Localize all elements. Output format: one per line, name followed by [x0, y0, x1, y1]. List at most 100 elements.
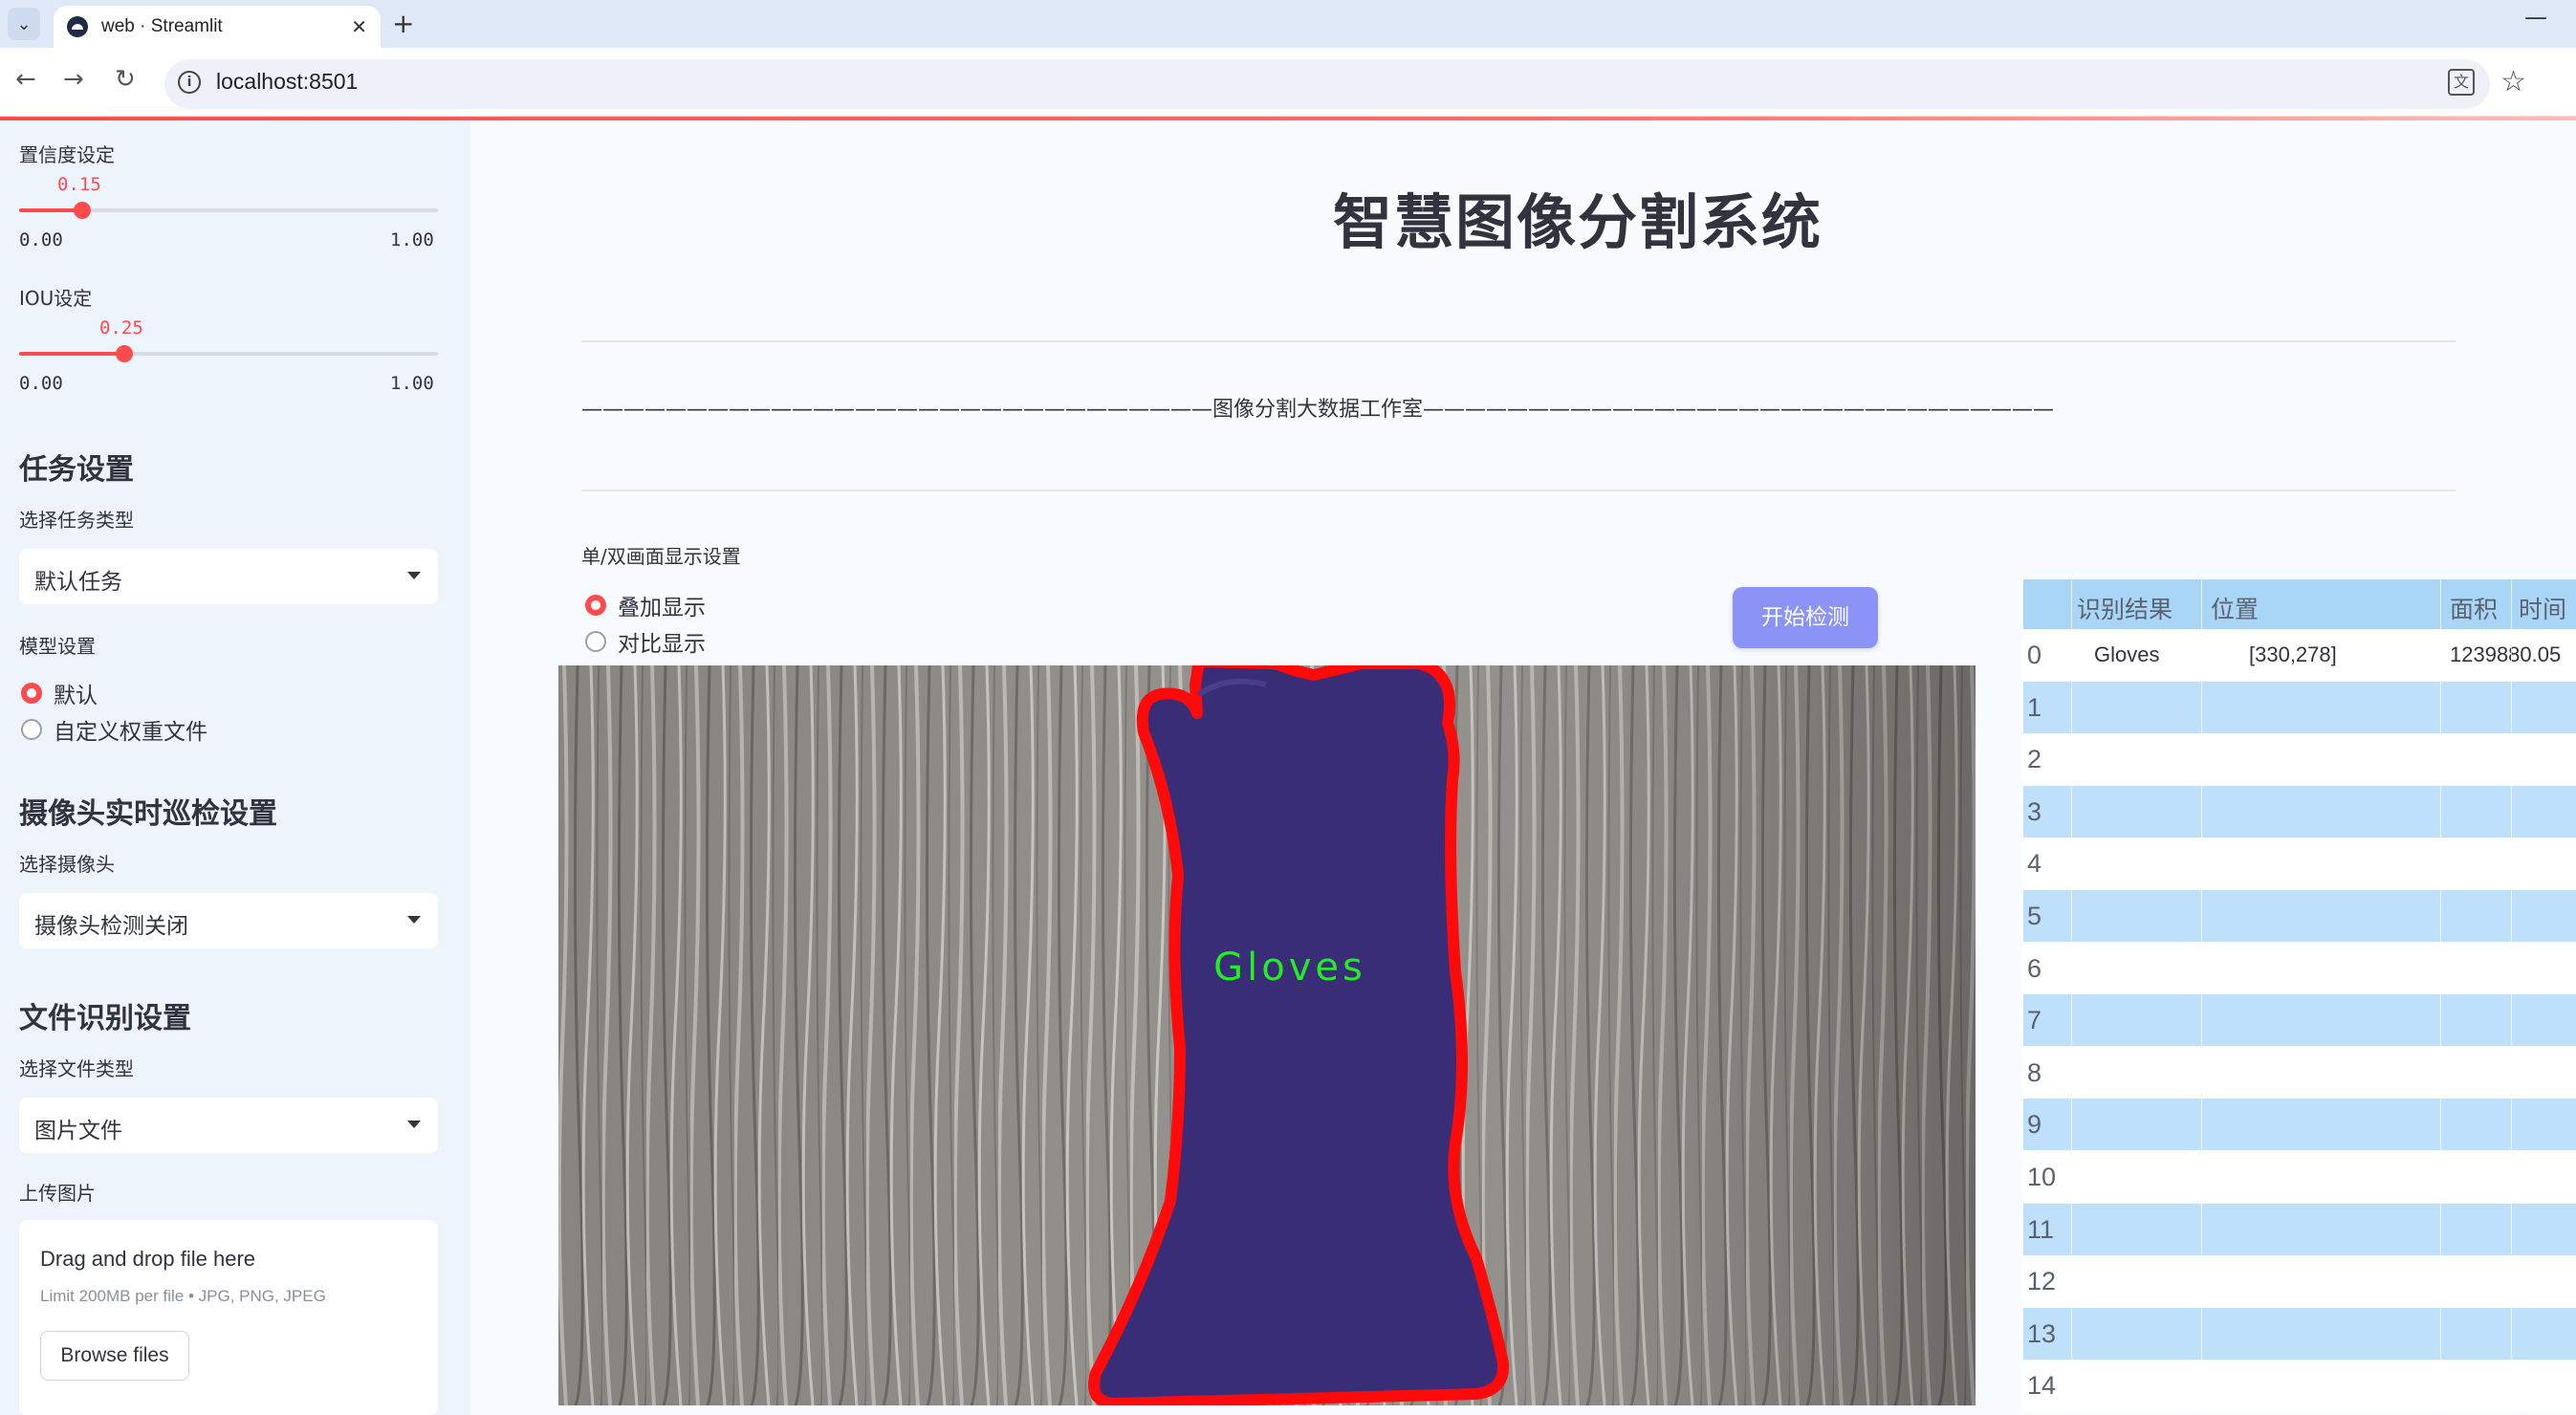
dropzone-limits: Limit 200MB per file • JPG, PNG, JPEG	[40, 1287, 326, 1305]
row-index: 14	[2027, 1371, 2057, 1401]
table-row[interactable]: 5	[2023, 890, 2576, 942]
streamlit-favicon-icon	[67, 16, 88, 37]
browser-tab[interactable]: web · Streamlit ✕	[54, 6, 381, 48]
file-type-select[interactable]: 图片文件	[19, 1098, 438, 1153]
table-row[interactable]: 4	[2023, 838, 2576, 890]
task-type-value: 默认任务	[34, 570, 122, 595]
confidence-min: 0.00	[19, 229, 63, 250]
camera-select-value: 摄像头检测关闭	[34, 914, 188, 939]
radio-unselected-icon	[585, 631, 606, 652]
minimize-window-icon[interactable]: —	[2524, 4, 2547, 31]
iou-slider[interactable]	[19, 345, 438, 362]
row-index: 9	[2027, 1110, 2042, 1140]
display-radio-compare[interactable]: 对比显示	[585, 625, 706, 658]
file-settings-heading: 文件识别设置	[19, 1002, 191, 1035]
address-bar[interactable]	[164, 59, 2490, 109]
table-row[interactable]: 12	[2023, 1255, 2576, 1308]
model-radio-default[interactable]: 默认	[21, 677, 98, 709]
table-row[interactable]: 6	[2023, 942, 2576, 994]
table-row[interactable]: 10	[2023, 1151, 2576, 1203]
display-radio-overlay[interactable]: 叠加显示	[585, 589, 706, 621]
column-header-time[interactable]: 时间	[2519, 591, 2566, 625]
browse-files-button[interactable]: Browse files	[40, 1331, 189, 1381]
radio-selected-icon	[21, 683, 42, 704]
tab-title: web · Streamlit	[101, 16, 223, 36]
model-radio-custom[interactable]: 自定义权重文件	[21, 713, 207, 746]
row-index: 1	[2027, 692, 2042, 722]
model-settings-label: 模型设置	[19, 635, 96, 658]
file-type-label: 选择文件类型	[19, 1057, 134, 1080]
translate-icon[interactable]: 文	[2448, 69, 2475, 96]
bookmark-star-icon[interactable]: ☆	[2500, 65, 2526, 98]
segmentation-canvas: Gloves	[558, 665, 1976, 1405]
close-tab-icon[interactable]: ✕	[351, 15, 367, 38]
iou-min: 0.00	[19, 373, 63, 394]
column-divider	[2071, 579, 2072, 1415]
confidence-slider[interactable]	[19, 202, 438, 219]
table-row[interactable]: 14	[2023, 1360, 2576, 1412]
display-option-compare: 对比显示	[618, 632, 706, 657]
iou-max: 1.00	[390, 373, 434, 394]
forward-arrow-icon[interactable]: →	[63, 65, 84, 94]
row-index: 3	[2027, 796, 2042, 826]
url-text[interactable]: localhost:8501	[216, 69, 358, 95]
table-header: 识别结果 位置 面积 时间	[2023, 579, 2576, 629]
row-index: 12	[2027, 1267, 2057, 1296]
column-header-result[interactable]: 识别结果	[2077, 591, 2172, 625]
reload-icon[interactable]: ↻	[115, 65, 136, 94]
task-type-select[interactable]: 默认任务	[19, 549, 438, 604]
start-detection-button[interactable]: 开始检测	[1733, 587, 1878, 648]
tab-search-dropdown-icon[interactable]: ⌄	[8, 8, 40, 40]
confidence-slider-thumb[interactable]	[73, 202, 91, 219]
dropzone-title: Drag and drop file here	[40, 1247, 256, 1271]
model-option-custom: 自定义权重文件	[54, 720, 207, 745]
back-arrow-icon[interactable]: ←	[15, 65, 36, 94]
row-index: 7	[2027, 1006, 2042, 1035]
file-dropzone[interactable]: Drag and drop file here Limit 200MB per …	[19, 1220, 438, 1415]
task-type-label: 选择任务类型	[19, 509, 134, 532]
table-row[interactable]: 8	[2023, 1046, 2576, 1099]
table-row[interactable]: 0 Gloves [330,278] 1239880.05	[2023, 629, 2576, 681]
table-row[interactable]: 1	[2023, 681, 2576, 733]
table-row[interactable]: 11	[2023, 1203, 2576, 1255]
caret-down-icon	[407, 1121, 421, 1128]
camera-select[interactable]: 摄像头检测关闭	[19, 893, 438, 948]
file-type-value: 图片文件	[34, 1119, 122, 1143]
table-row[interactable]: 13	[2023, 1307, 2576, 1360]
column-header-position[interactable]: 位置	[2211, 591, 2259, 625]
display-mode-label: 单/双画面显示设置	[581, 545, 741, 568]
model-option-default: 默认	[54, 684, 98, 708]
iou-label: IOU设定	[19, 287, 93, 310]
site-info-icon[interactable]: i	[178, 71, 201, 94]
table-row[interactable]: 3	[2023, 785, 2576, 838]
task-settings-heading: 任务设置	[19, 453, 134, 487]
confidence-slider-fill	[19, 208, 82, 212]
confidence-value: 0.15	[57, 174, 101, 195]
camera-select-label: 选择摄像头	[19, 853, 115, 876]
confidence-label: 置信度设定	[19, 143, 115, 166]
row-index: 13	[2027, 1318, 2057, 1348]
row-index: 4	[2027, 849, 2042, 879]
radio-unselected-icon	[21, 719, 42, 740]
iou-slider-thumb[interactable]	[115, 345, 133, 362]
table-row[interactable]: 9	[2023, 1099, 2576, 1151]
row-index: 10	[2027, 1163, 2057, 1191]
row-index: 5	[2027, 902, 2042, 930]
column-header-area[interactable]: 面积	[2450, 591, 2498, 625]
cell-result: Gloves	[2094, 642, 2160, 666]
display-option-overlay: 叠加显示	[618, 596, 706, 620]
detection-label: Gloves	[1213, 946, 1366, 990]
column-divider	[2440, 579, 2441, 1415]
row-index: 11	[2027, 1214, 2055, 1244]
new-tab-icon[interactable]: +	[392, 8, 414, 39]
row-index: 6	[2027, 953, 2042, 983]
table-row[interactable]: 7	[2023, 994, 2576, 1047]
confidence-max: 1.00	[390, 229, 434, 250]
camera-settings-heading: 摄像头实时巡检设置	[19, 797, 277, 831]
results-table[interactable]: 识别结果 位置 面积 时间 0 Gloves [330,278] 1239880.05…	[2023, 579, 2576, 1415]
cell-position: [330,278]	[2249, 642, 2337, 666]
divider	[581, 340, 2456, 342]
iou-value: 0.25	[99, 317, 143, 338]
chevron-down-icon: ⌄	[16, 13, 32, 34]
table-row[interactable]: 2	[2023, 733, 2576, 786]
